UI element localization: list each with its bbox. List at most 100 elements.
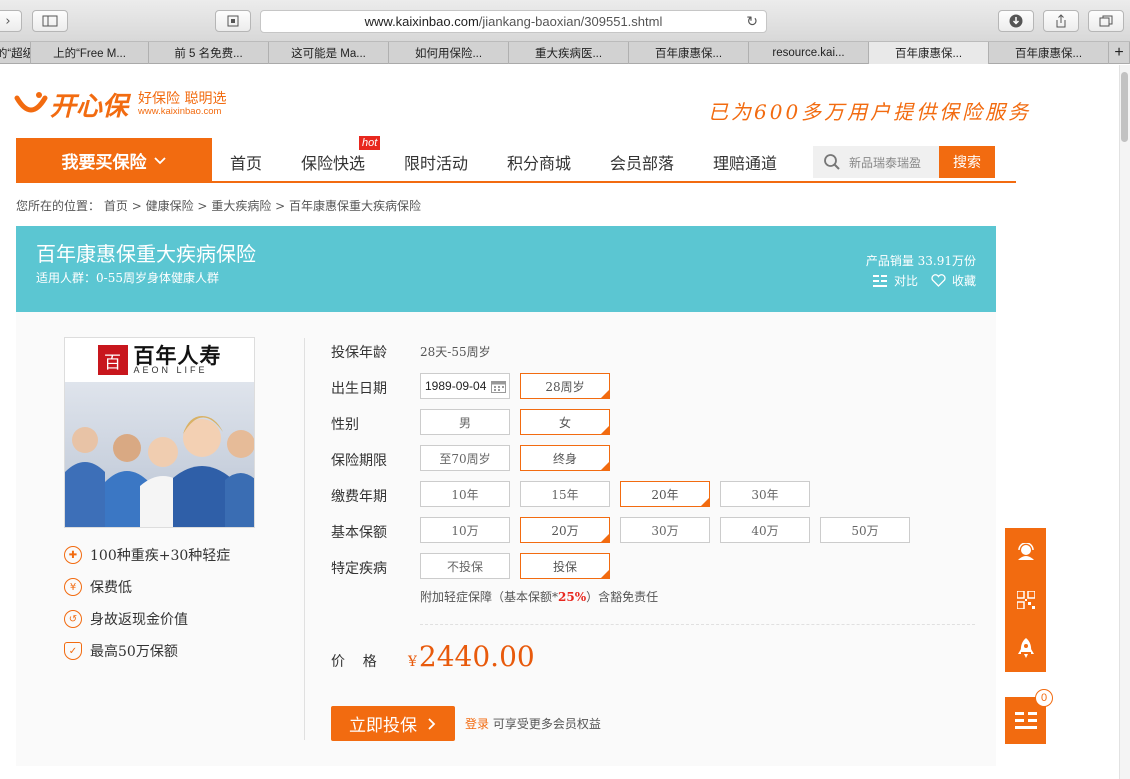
reload-icon[interactable]: ↻ bbox=[746, 13, 758, 30]
gender-option-female[interactable]: 女 bbox=[520, 409, 610, 435]
term-option-70[interactable]: 至70周岁 bbox=[420, 445, 510, 471]
browser-tab[interactable]: 百年康惠保... bbox=[629, 42, 749, 64]
pay-option-15[interactable]: 15年 bbox=[520, 481, 610, 507]
nav-member-club[interactable]: 会员部落 bbox=[610, 150, 674, 174]
share-button[interactable] bbox=[1043, 10, 1079, 32]
compare-icon bbox=[872, 275, 887, 287]
site-logo[interactable]: 开心保 好保险 聪明选 www.kaixinbao.com bbox=[14, 86, 226, 123]
browser-tab[interactable]: 重大疾病医... bbox=[509, 42, 629, 64]
address-bar[interactable]: www.kaixinbao.com/jiankang-baoxian/30955… bbox=[260, 10, 767, 33]
nav-claims[interactable]: 理赔通道 bbox=[713, 150, 777, 174]
shield-icon: ✓ bbox=[64, 642, 82, 660]
insurer-name-en: AEON LIFE bbox=[133, 365, 208, 375]
tabs-overview-button[interactable] bbox=[1088, 10, 1124, 32]
amount-option-30w[interactable]: 30万 bbox=[620, 517, 710, 543]
browser-tab[interactable]: 前 5 名免费... bbox=[149, 42, 269, 64]
browser-tab[interactable]: 的“超级 bbox=[0, 42, 31, 64]
age-label: 投保年龄 bbox=[331, 345, 387, 361]
medical-staff-photo bbox=[65, 382, 254, 527]
birth-date-value: 1989-09-04 bbox=[425, 379, 487, 393]
compare-button[interactable]: 对比 bbox=[872, 272, 918, 289]
amount-option-40w[interactable]: 40万 bbox=[720, 517, 810, 543]
age-display: 28周岁 bbox=[520, 373, 610, 399]
term-option-lifetime[interactable]: 终身 bbox=[520, 445, 610, 471]
scrollbar[interactable] bbox=[1119, 65, 1130, 779]
price-label: 价 格 bbox=[331, 654, 377, 670]
browser-tab[interactable]: 如何用保险... bbox=[389, 42, 509, 64]
tabs-icon bbox=[1099, 15, 1113, 27]
dashed-divider bbox=[420, 624, 975, 625]
amount-option-20w[interactable]: 20万 bbox=[520, 517, 610, 543]
plus-icon: ✚ bbox=[64, 546, 82, 564]
insurer-name: 百年人寿 bbox=[133, 343, 222, 368]
sales-count: 产品销量 33.91万份 bbox=[865, 254, 976, 268]
chevron-down-icon bbox=[153, 156, 166, 164]
coverage-label: 基本保额 bbox=[331, 525, 387, 541]
product-title: 百年康惠保重大疾病保险 bbox=[36, 242, 256, 266]
product-banner: 百年康惠保重大疾病保险 适用人群：0-55周岁身体健康人群 产品销量 33.91… bbox=[16, 226, 996, 312]
buy-insurance-menu[interactable]: 我要买保险 bbox=[16, 138, 212, 183]
calendar-icon[interactable] bbox=[491, 379, 506, 393]
payment-period-label: 缴费年期 bbox=[331, 489, 387, 505]
breadcrumb: 您所在的位置： 首页 > 健康保险 > 重大疾病险 > 百年康惠保重大疾病保险 bbox=[16, 197, 421, 214]
back-to-top-rocket-icon[interactable] bbox=[1005, 624, 1046, 672]
logo-url: www.kaixinbao.com bbox=[138, 105, 222, 117]
disease-option-yes[interactable]: 投保 bbox=[520, 553, 610, 579]
reader-button[interactable] bbox=[215, 10, 251, 32]
sidebar-toggle-icon[interactable] bbox=[32, 10, 68, 32]
price: ¥ 2440.00 bbox=[408, 640, 535, 673]
amount-option-50w[interactable]: 50万 bbox=[820, 517, 910, 543]
feature-item: ✓ 最高50万保额 bbox=[64, 641, 178, 661]
birth-date-label: 出生日期 bbox=[331, 381, 387, 397]
breadcrumb-critical-illness[interactable]: 重大疾病险 bbox=[211, 199, 271, 213]
browser-tab-active[interactable]: 百年康惠保... bbox=[869, 42, 989, 64]
search-input[interactable]: 新品瑞泰瑞盈 bbox=[813, 146, 940, 178]
qrcode-icon[interactable] bbox=[1005, 576, 1046, 624]
buy-now-label: 立即投保 bbox=[349, 716, 417, 736]
buy-now-button[interactable]: 立即投保 bbox=[331, 706, 455, 741]
favorite-button[interactable]: 收藏 bbox=[931, 272, 976, 289]
login-link[interactable]: 登录 bbox=[465, 717, 489, 731]
feature-text: 保费低 bbox=[90, 580, 132, 596]
smile-logo-icon bbox=[14, 91, 48, 112]
url-path: /jiankang-baoxian/309551.shtml bbox=[478, 14, 663, 29]
pay-option-30[interactable]: 30年 bbox=[720, 481, 810, 507]
pay-option-20[interactable]: 20年 bbox=[620, 481, 710, 507]
age-range: 28天-55周岁 bbox=[420, 345, 491, 359]
breadcrumb-home[interactable]: 首页 bbox=[104, 199, 128, 213]
nav-home[interactable]: 首页 bbox=[230, 150, 262, 174]
nav-points-mall[interactable]: 积分商城 bbox=[507, 150, 571, 174]
birth-date-input[interactable]: 1989-09-04 bbox=[420, 373, 510, 399]
back-button[interactable]: › bbox=[0, 10, 22, 32]
browser-tab[interactable]: resource.kai... bbox=[749, 42, 869, 64]
new-tab-icon[interactable]: + bbox=[1109, 42, 1130, 64]
feature-text: 100种重疾+30种轻症 bbox=[90, 548, 231, 564]
search-button[interactable]: 搜索 bbox=[939, 146, 995, 178]
gender-option-male[interactable]: 男 bbox=[420, 409, 510, 435]
amount-option-10w[interactable]: 10万 bbox=[420, 517, 510, 543]
refund-icon: ↺ bbox=[64, 610, 82, 628]
scrollbar-thumb[interactable] bbox=[1121, 72, 1128, 142]
customer-service-icon[interactable] bbox=[1005, 528, 1046, 576]
feature-item: ↺ 身故返现金价值 bbox=[64, 609, 188, 629]
heart-icon bbox=[931, 274, 946, 287]
mild-illness-note: 附加轻症保障（基本保额*25%）含豁免责任 bbox=[420, 588, 658, 605]
note-percentage: 25% bbox=[558, 590, 587, 604]
disease-option-no[interactable]: 不投保 bbox=[420, 553, 510, 579]
site-slogan: 已为600多万用户提供保险服务 bbox=[708, 100, 1032, 124]
hot-badge: hot bbox=[359, 136, 381, 150]
browser-tab[interactable]: 这可能是 Ma... bbox=[269, 42, 389, 64]
nav-quick-select[interactable]: 保险快选 bbox=[301, 150, 365, 174]
browser-tab[interactable]: 上的“Free M... bbox=[31, 42, 149, 64]
browser-tab[interactable]: 百年康惠保... bbox=[989, 42, 1109, 64]
search-placeholder: 新品瑞泰瑞盈 bbox=[849, 155, 922, 170]
nav-promotions[interactable]: 限时活动 bbox=[404, 150, 468, 174]
breadcrumb-separator: > bbox=[197, 199, 208, 213]
pay-option-10[interactable]: 10年 bbox=[420, 481, 510, 507]
login-hint-text: 可享受更多会员权益 bbox=[492, 717, 601, 731]
breadcrumb-health[interactable]: 健康保险 bbox=[146, 199, 194, 213]
feature-text: 最高50万保额 bbox=[90, 644, 178, 660]
product-audience: 适用人群：0-55周岁身体健康人群 bbox=[36, 271, 219, 285]
gender-label: 性别 bbox=[331, 417, 359, 433]
download-button[interactable] bbox=[998, 10, 1034, 32]
